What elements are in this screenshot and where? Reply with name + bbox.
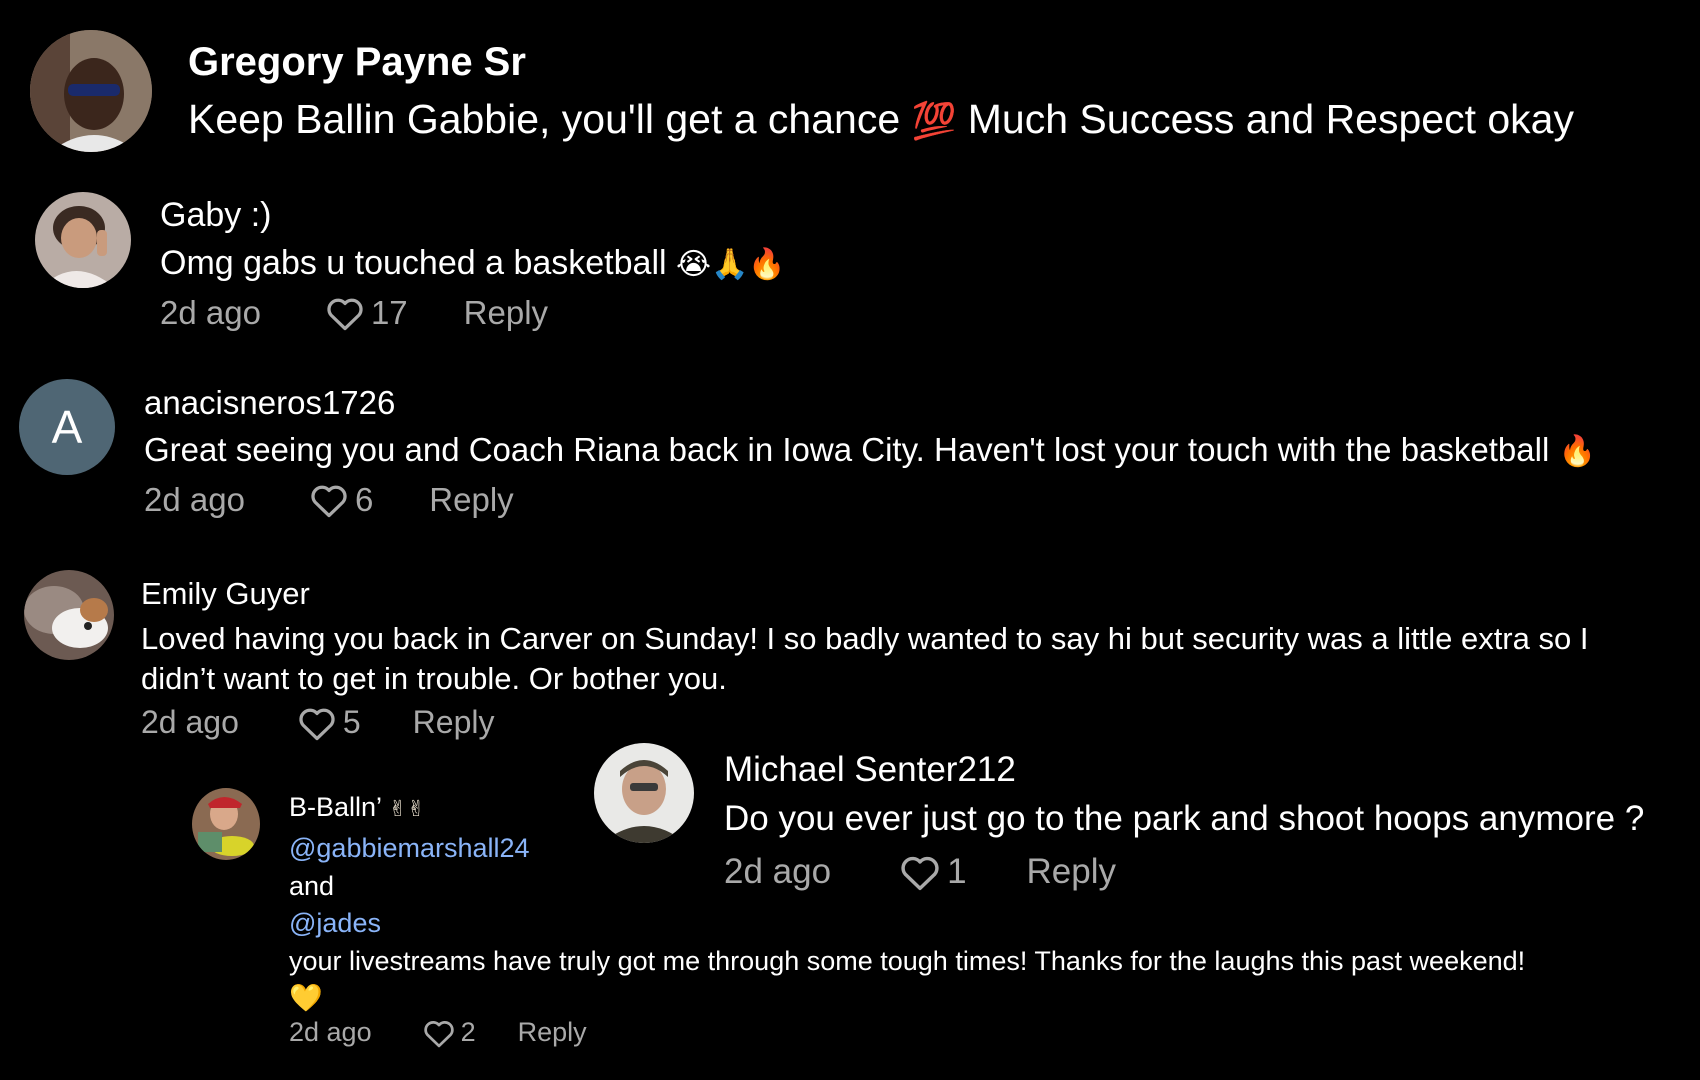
comment-time: 2d ago bbox=[144, 481, 245, 518]
comment-username[interactable]: Gregory Payne Sr bbox=[188, 40, 526, 85]
heart-icon bbox=[311, 485, 347, 518]
avatar-photo bbox=[30, 30, 152, 152]
comment-text-line2: didn’t want to get in trouble. Or bother… bbox=[141, 661, 727, 696]
reply-button[interactable]: Reply bbox=[518, 1017, 587, 1048]
comment-text: @gabbiemarshall24 and @jades your livest… bbox=[289, 830, 1525, 1018]
comment-text: Omg gabs u touched a basketball 😭🙏🔥 bbox=[160, 244, 786, 283]
reply-button[interactable]: Reply bbox=[464, 294, 548, 332]
like-count: 17 bbox=[370, 294, 408, 331]
like-button[interactable]: 2 bbox=[422, 1017, 476, 1048]
mention-link[interactable]: @jades bbox=[289, 905, 1525, 943]
mention-link[interactable]: @gabbiemarshall24 bbox=[289, 830, 1525, 868]
reply-button[interactable]: Reply bbox=[429, 481, 513, 519]
comment-text-line2: 💛 bbox=[289, 980, 1525, 1018]
comment-username[interactable]: Emily Guyer bbox=[141, 576, 310, 612]
comment-time: 2d ago bbox=[160, 294, 261, 331]
comment-text-line1: your livestreams have truly got me throu… bbox=[289, 945, 1526, 976]
like-button[interactable]: 17 bbox=[325, 294, 408, 332]
fire-emoji: 🔥 bbox=[1558, 434, 1596, 469]
avatar[interactable] bbox=[192, 788, 260, 860]
comment-username-text: B-Balln’ bbox=[289, 792, 382, 822]
like-count: 2 bbox=[460, 1017, 476, 1047]
comment-text: Keep Ballin Gabbie, you'll get a chance … bbox=[188, 96, 1574, 143]
yellow-heart-emoji: 💛 bbox=[289, 983, 323, 1014]
heart-icon bbox=[299, 708, 335, 740]
comment-text-part1: Keep Ballin Gabbie, you'll get a chance bbox=[188, 96, 901, 142]
avatar[interactable] bbox=[24, 570, 114, 660]
comment-time: 2d ago bbox=[289, 1017, 372, 1047]
avatar[interactable] bbox=[594, 743, 694, 843]
comment-username[interactable]: Gaby :) bbox=[160, 196, 271, 235]
avatar-letter: A bbox=[51, 401, 83, 453]
comment-username[interactable]: anacisneros1726 bbox=[144, 384, 395, 422]
crying-face-emoji: 😭🙏🔥 bbox=[676, 247, 786, 282]
comment-text: Loved having you back in Carver on Sunda… bbox=[141, 619, 1588, 699]
heart-icon bbox=[423, 1020, 454, 1047]
like-count: 6 bbox=[354, 481, 374, 518]
comment-actions: 2d ago 2 Reply bbox=[289, 1017, 587, 1048]
like-count: 5 bbox=[342, 704, 361, 740]
like-button[interactable]: 5 bbox=[297, 704, 361, 741]
comment-actions: 2d ago 5 Reply bbox=[141, 704, 494, 741]
comment-connector: and bbox=[289, 870, 335, 901]
avatar[interactable] bbox=[30, 30, 152, 152]
avatar[interactable]: A bbox=[19, 379, 115, 475]
hundred-points-emoji: 💯 bbox=[911, 101, 957, 142]
heart-icon bbox=[327, 298, 363, 331]
comment-username[interactable]: B-Balln’ ✌✌ bbox=[289, 792, 425, 823]
comment-text-line1: Loved having you back in Carver on Sunda… bbox=[141, 621, 1589, 656]
like-button[interactable]: 6 bbox=[309, 481, 373, 519]
comment-text-part2: Much Success and Respect okay bbox=[967, 96, 1574, 142]
comment-actions: 2d ago 6 Reply bbox=[144, 481, 514, 519]
avatar[interactable] bbox=[35, 192, 131, 288]
avatar-photo bbox=[24, 570, 114, 660]
avatar-photo bbox=[192, 788, 260, 860]
avatar-photo bbox=[594, 743, 694, 843]
comment-text-body: Great seeing you and Coach Riana back in… bbox=[144, 431, 1550, 468]
comment-username[interactable]: Michael Senter212 bbox=[724, 750, 1016, 790]
comment-time: 2d ago bbox=[141, 704, 239, 740]
victory-hand-emoji: ✌✌ bbox=[388, 797, 426, 822]
comment-text-body: Omg gabs u touched a basketball bbox=[160, 244, 667, 282]
avatar-photo bbox=[35, 192, 131, 288]
comment-text: Great seeing you and Coach Riana back in… bbox=[144, 431, 1596, 469]
comment-actions: 2d ago 17 Reply bbox=[160, 294, 548, 332]
reply-button[interactable]: Reply bbox=[413, 704, 495, 741]
